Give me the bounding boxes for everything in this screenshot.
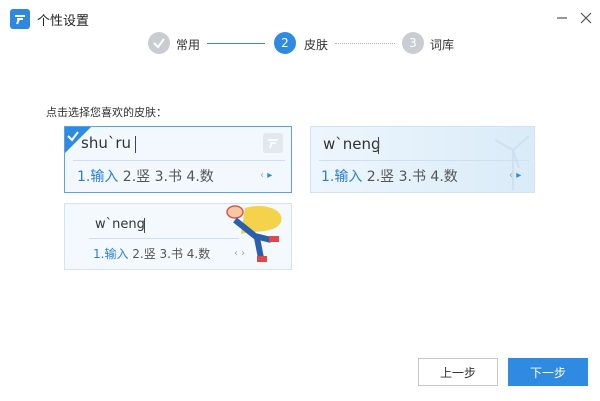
candidate-rest: 2.竖 3.书 4.数 bbox=[128, 247, 211, 261]
candidate-first: 1.输入 bbox=[77, 169, 119, 185]
step-1-check-icon bbox=[148, 32, 170, 54]
window-title: 个性设置 bbox=[37, 14, 90, 29]
composition-text: w`neng bbox=[95, 217, 145, 232]
candidate-list: 1.输入 2.竖 3.书 4.数 bbox=[321, 166, 458, 186]
candidate-first: 1.输入 bbox=[321, 169, 363, 185]
candidate-rest: 2.竖 3.书 4.数 bbox=[118, 169, 214, 185]
ime-logo-icon bbox=[263, 133, 283, 153]
step-connector bbox=[335, 43, 395, 44]
minimize-icon bbox=[557, 17, 567, 19]
minimize-button[interactable] bbox=[552, 8, 572, 28]
instruction-text: 点击选择您喜欢的皮肤： bbox=[46, 106, 167, 119]
step-indicator: 常用 2 皮肤 3 词库 bbox=[0, 30, 600, 58]
skin-option-2[interactable]: w`neng 1.输入 2.竖 3.书 4.数 ‹ ▸ bbox=[310, 126, 535, 193]
candidate-list: 1.输入 2.竖 3.书 4.数 bbox=[93, 245, 210, 262]
text-caret bbox=[144, 218, 145, 233]
step-2-number: 2 bbox=[274, 32, 296, 54]
skin-option-3[interactable]: w`neng 1.输入 2.竖 3.书 4.数 ‹ › bbox=[64, 203, 292, 270]
composition-text: w`neng bbox=[323, 135, 381, 153]
close-icon bbox=[580, 12, 592, 24]
candidate-list: 1.输入 2.竖 3.书 4.数 bbox=[77, 166, 214, 186]
page-arrows: ‹ ▸ bbox=[260, 170, 273, 181]
app-logo-icon bbox=[10, 9, 30, 29]
divider bbox=[73, 160, 285, 161]
text-caret bbox=[378, 137, 379, 154]
skin-option-1[interactable]: shu`ru 1.输入 2.竖 3.书 4.数 ‹ ▸ bbox=[64, 126, 292, 193]
next-step-button[interactable]: 下一步 bbox=[508, 358, 588, 386]
divider bbox=[319, 160, 529, 161]
step-1-label: 常用 bbox=[176, 38, 201, 52]
close-button[interactable] bbox=[576, 8, 596, 28]
step-3-number: 3 bbox=[402, 32, 424, 54]
step-connector bbox=[207, 43, 265, 44]
page-arrows: ‹ ▸ bbox=[509, 170, 522, 181]
candidate-rest: 2.竖 3.书 4.数 bbox=[362, 169, 458, 185]
step-3-label: 词库 bbox=[430, 38, 455, 52]
candidate-first: 1.输入 bbox=[93, 247, 129, 261]
composition-text: shu`ru bbox=[81, 134, 132, 152]
step-2-label: 皮肤 bbox=[304, 38, 329, 52]
previous-step-button[interactable]: 上一步 bbox=[418, 358, 498, 386]
flying-character-illustration bbox=[226, 205, 282, 262]
text-caret bbox=[135, 136, 136, 153]
